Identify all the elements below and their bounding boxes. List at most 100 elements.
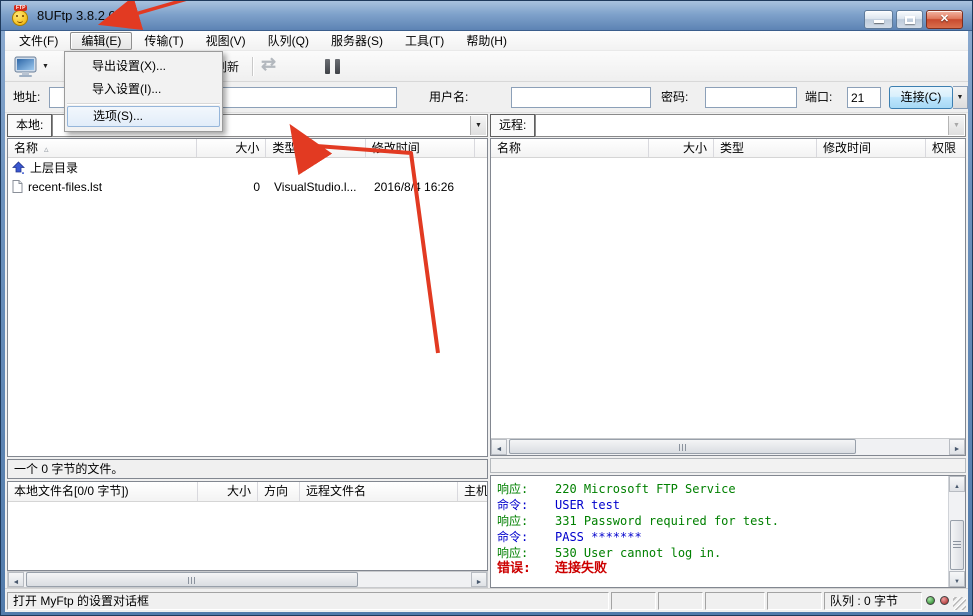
chevron-down-icon: ▼ xyxy=(953,122,960,129)
maximize-button[interactable] xyxy=(896,10,923,29)
username-label: 用户名: xyxy=(429,82,468,112)
status-cell xyxy=(705,592,765,610)
column-size[interactable]: 大小 xyxy=(649,139,714,157)
scroll-up-icon[interactable]: ▲ xyxy=(949,476,965,492)
column-type[interactable]: 类型 xyxy=(266,139,365,157)
scroll-down-icon[interactable]: ▼ xyxy=(949,571,965,587)
chevron-down-icon: ▼ xyxy=(957,94,964,101)
local-horizontal-scrollbar[interactable]: ◄ ► xyxy=(7,571,488,588)
title-bar: FTP 8UFtp 3.8.2.0 ✕ xyxy=(1,1,972,31)
menu-view[interactable]: 视图(V) xyxy=(196,32,256,50)
column-local-filename[interactable]: 本地文件名[0/0 字节]) xyxy=(8,482,198,501)
menu-item-export-settings[interactable]: 导出设置(X)... xyxy=(65,55,222,78)
column-permissions[interactable]: 权限 xyxy=(926,139,965,157)
local-tab[interactable]: 本地: xyxy=(7,114,52,137)
menu-file[interactable]: 文件(F) xyxy=(9,32,68,50)
scrollbar-thumb[interactable] xyxy=(950,520,964,570)
column-size[interactable]: 大小 xyxy=(198,482,258,501)
scrollbar-thumb[interactable] xyxy=(26,572,358,587)
scroll-right-icon[interactable]: ► xyxy=(471,572,487,587)
connect-dropdown-button[interactable]: ▼ xyxy=(953,86,968,109)
green-indicator-icon xyxy=(926,596,935,605)
minimize-icon xyxy=(874,20,884,23)
menu-help[interactable]: 帮助(H) xyxy=(456,32,517,50)
port-input[interactable] xyxy=(847,87,881,108)
address-label: 地址: xyxy=(13,82,40,112)
ftp-badge: FTP xyxy=(14,5,27,11)
remote-file-list: 名称 大小 类型 修改时间 权限 ◄ ► xyxy=(490,138,966,456)
menu-transfer[interactable]: 传输(T) xyxy=(134,32,193,50)
port-label: 端口: xyxy=(805,82,832,112)
chevron-down-icon: ▼ xyxy=(42,63,49,70)
menu-queue[interactable]: 队列(Q) xyxy=(258,32,319,50)
remote-path-row: 远程: ▼ xyxy=(490,113,966,138)
connect-button[interactable]: 连接(C) xyxy=(889,86,953,109)
scrollbar-thumb[interactable] xyxy=(509,439,856,454)
column-filler xyxy=(475,139,487,157)
queue-body xyxy=(8,502,487,570)
column-modified[interactable]: 修改时间 xyxy=(817,139,926,157)
column-host[interactable]: 主机 xyxy=(458,482,487,501)
window-title: 8UFtp 3.8.2.0 xyxy=(37,1,116,30)
scroll-left-icon[interactable]: ◄ xyxy=(491,439,507,455)
scroll-right-icon[interactable]: ► xyxy=(949,439,965,455)
combo-dropdown-button[interactable]: ▼ xyxy=(470,116,486,135)
toolbar-divider xyxy=(252,57,253,76)
scroll-left-icon[interactable]: ◄ xyxy=(8,572,24,587)
pause-icon[interactable] xyxy=(325,59,340,74)
column-name[interactable]: 名称▵ xyxy=(8,139,197,157)
remote-horizontal-scrollbar[interactable]: ◄ ► xyxy=(491,438,965,455)
menu-item-options[interactable]: 选项(S)... xyxy=(67,106,220,127)
app-icon: FTP xyxy=(11,6,31,26)
menu-tools[interactable]: 工具(T) xyxy=(395,32,454,50)
username-input[interactable] xyxy=(511,87,651,108)
column-size[interactable]: 大小 xyxy=(197,139,267,157)
remote-panel: 远程: ▼ 名称 大小 类型 修改时间 权限 ◄ xyxy=(490,113,966,588)
up-directory-icon xyxy=(12,161,25,174)
column-type[interactable]: 类型 xyxy=(714,139,817,157)
minimize-button[interactable] xyxy=(864,10,893,29)
log-line: 响应:331 Password required for test. xyxy=(497,513,941,529)
log-lines: 响应:220 Microsoft FTP Service 命令:USER tes… xyxy=(491,476,965,577)
smiley-icon xyxy=(12,10,28,26)
column-direction[interactable]: 方向 xyxy=(258,482,300,501)
close-icon: ✕ xyxy=(927,11,962,28)
log-line: 响应:220 Microsoft FTP Service xyxy=(497,481,941,497)
list-item-file[interactable]: recent-files.lst 0 VisualStudio.l... 201… xyxy=(8,177,487,196)
remote-list-header: 名称 大小 类型 修改时间 权限 xyxy=(491,139,965,158)
local-list-header: 名称▵ 大小 类型 修改时间 xyxy=(8,139,487,158)
window-controls: ✕ xyxy=(864,10,963,29)
transfer-icon[interactable]: ⇄ xyxy=(261,54,276,75)
status-cell xyxy=(658,592,703,610)
resize-grip[interactable] xyxy=(953,597,966,610)
log-line: 响应:530 User cannot log in. xyxy=(497,545,941,561)
menu-bar: 文件(F) 编辑(E) 传输(T) 视图(V) 队列(Q) 服务器(S) 工具(… xyxy=(5,31,968,51)
log-line-error: 错误:连接失败 xyxy=(497,561,941,577)
queue-status: 队列 : 0 字节 xyxy=(824,592,922,610)
log-line: 命令:PASS ******* xyxy=(497,529,941,545)
menu-edit[interactable]: 编辑(E) xyxy=(70,32,132,50)
queue-header: 本地文件名[0/0 字节]) 大小 方向 远程文件名 主机 xyxy=(8,482,487,502)
log-panel: 响应:220 Microsoft FTP Service 命令:USER tes… xyxy=(490,475,966,588)
status-message: 打开 MyFtp 的设置对话框 xyxy=(7,592,609,610)
combo-dropdown-button: ▼ xyxy=(948,116,964,135)
remote-tab[interactable]: 远程: xyxy=(490,114,535,137)
password-input[interactable] xyxy=(705,87,797,108)
column-remote-filename[interactable]: 远程文件名 xyxy=(300,482,458,501)
remote-list-body xyxy=(491,158,965,438)
list-item-parent-dir[interactable]: 上层目录 xyxy=(8,158,487,177)
edit-menu-popup: 导出设置(X)... 导入设置(I)... 选项(S)... xyxy=(64,51,223,132)
local-file-list: 名称▵ 大小 类型 修改时间 xyxy=(7,138,488,457)
menu-server[interactable]: 服务器(S) xyxy=(321,32,393,50)
menu-separator xyxy=(67,103,220,104)
status-cell xyxy=(767,592,822,610)
column-name[interactable]: 名称 xyxy=(491,139,649,157)
file-icon xyxy=(12,180,23,193)
maximize-icon xyxy=(905,16,915,24)
column-modified[interactable]: 修改时间 xyxy=(366,139,475,157)
local-panel: 本地: ▼ 名称▵ 大小 类型 修改时间 xyxy=(7,113,488,588)
log-vertical-scrollbar[interactable]: ▲ ▼ xyxy=(948,476,965,587)
close-button[interactable]: ✕ xyxy=(926,10,963,29)
quick-connect-button[interactable]: ▼ xyxy=(13,54,57,79)
menu-item-import-settings[interactable]: 导入设置(I)... xyxy=(65,78,222,101)
